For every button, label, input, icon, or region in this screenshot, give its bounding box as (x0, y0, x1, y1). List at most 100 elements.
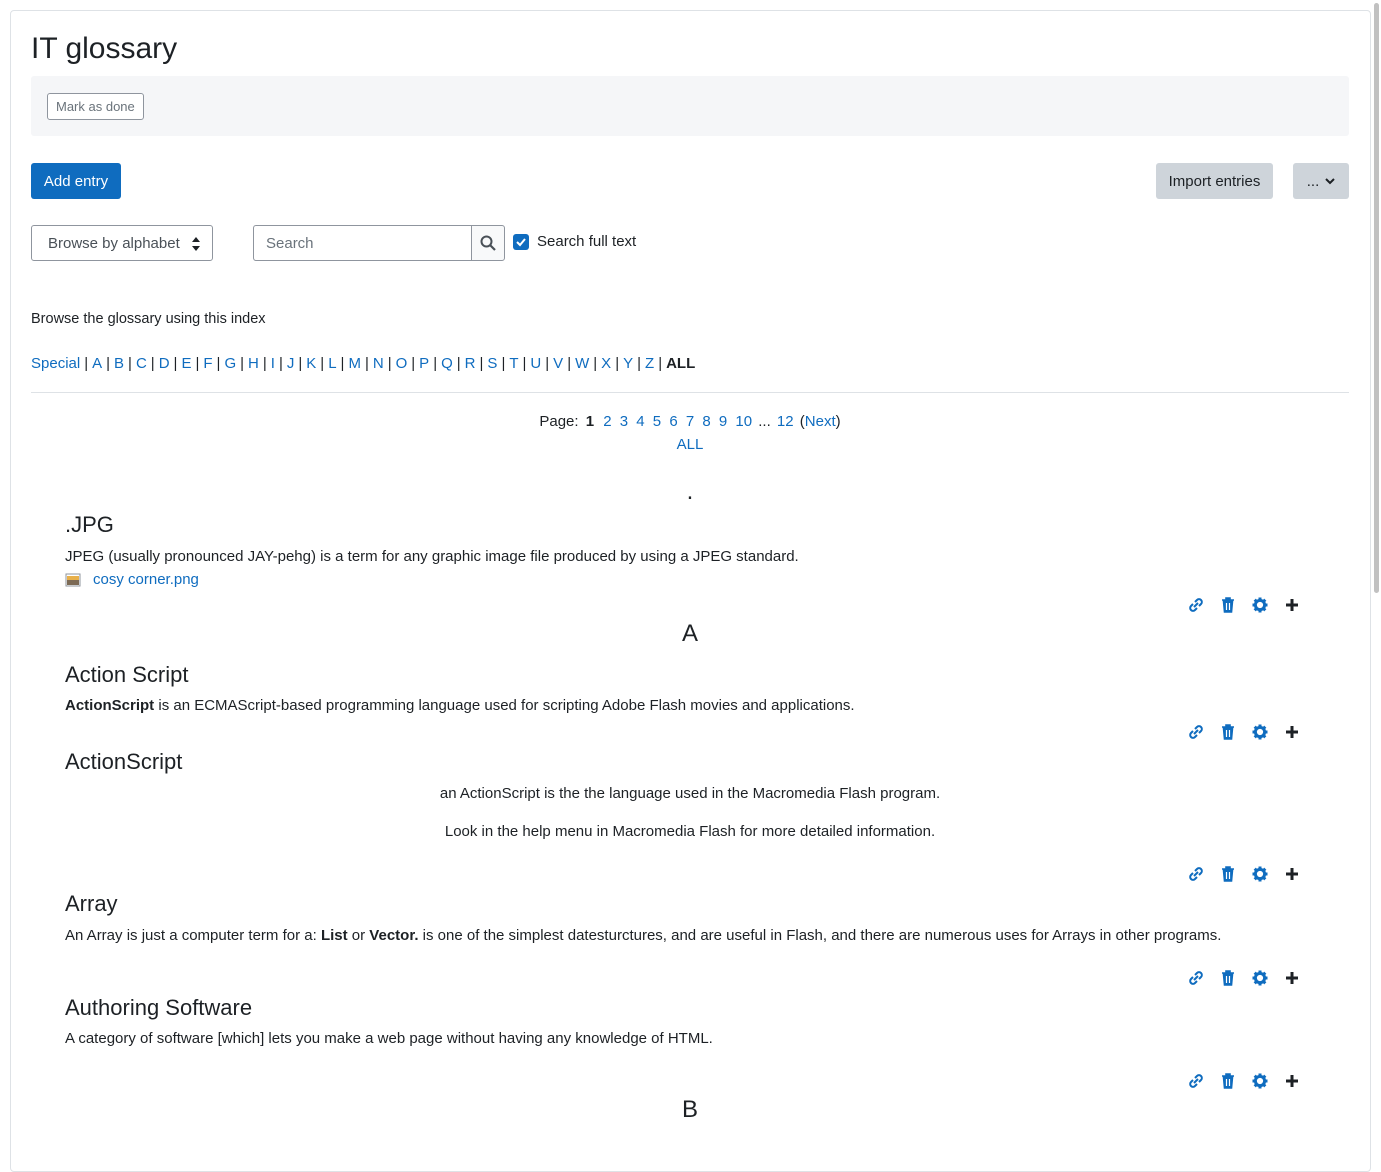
index-letter-f[interactable]: F (203, 355, 212, 372)
index-letter-v[interactable]: V (553, 355, 563, 372)
entry-actions (1187, 969, 1301, 987)
alphabet-index: Special | A | B | C | D | E | F | G | H | I | J | K | L | M | N | O | P |… (31, 355, 695, 372)
pagination: Page: 1 2 3 4 5 6 7 8 9 10 ... 12 (Next)… (31, 410, 1349, 456)
import-entries-button[interactable]: Import entries (1156, 163, 1273, 199)
index-letter-r[interactable]: R (465, 355, 476, 372)
index-separator: | (340, 355, 345, 372)
trash-icon[interactable] (1219, 969, 1237, 987)
plus-icon[interactable] (1283, 723, 1301, 741)
page-link-last[interactable]: 12 (777, 413, 794, 430)
select-arrows-icon (192, 236, 200, 252)
index-letter-j[interactable]: J (287, 355, 295, 372)
index-letter-z[interactable]: Z (645, 355, 654, 372)
index-separator: | (278, 355, 283, 372)
index-letter-c[interactable]: C (136, 355, 147, 372)
page-link-10[interactable]: 10 (735, 413, 752, 430)
index-letter-t[interactable]: T (509, 355, 518, 372)
index-separator: | (128, 355, 132, 372)
page-link-9[interactable]: 9 (719, 413, 727, 430)
page-link-3[interactable]: 3 (620, 413, 628, 430)
trash-icon[interactable] (1219, 723, 1237, 741)
page-link-4[interactable]: 4 (636, 413, 644, 430)
gear-icon[interactable] (1251, 723, 1269, 741)
index-letter-w[interactable]: W (575, 355, 589, 372)
index-letter-s[interactable]: S (487, 355, 497, 372)
index-letter-q[interactable]: Q (441, 355, 453, 372)
search-input[interactable] (253, 225, 471, 261)
index-letter-a[interactable]: A (92, 355, 102, 372)
page-link-8[interactable]: 8 (702, 413, 710, 430)
index-letter-i[interactable]: I (271, 355, 275, 372)
index-separator: | (387, 355, 392, 372)
gear-icon[interactable] (1251, 865, 1269, 883)
index-letter-l[interactable]: L (328, 355, 336, 372)
gear-icon[interactable] (1251, 1072, 1269, 1090)
more-actions-button[interactable]: ... (1293, 163, 1349, 199)
index-letter-p[interactable]: P (419, 355, 429, 372)
index-intro: Browse the glossary using this index (31, 311, 266, 327)
entry-actions (1187, 1072, 1301, 1090)
page-link-7[interactable]: 7 (686, 413, 694, 430)
index-letter-g[interactable]: G (224, 355, 236, 372)
link-icon[interactable] (1187, 969, 1205, 987)
page-all-link[interactable]: ALL (677, 436, 704, 453)
index-separator: | (501, 355, 506, 372)
index-letter-u[interactable]: U (530, 355, 541, 372)
plus-icon[interactable] (1283, 1072, 1301, 1090)
index-separator: | (433, 355, 438, 372)
link-icon[interactable] (1187, 723, 1205, 741)
trash-icon[interactable] (1219, 596, 1237, 614)
array-bold-1: List (320, 927, 348, 944)
plus-icon[interactable] (1283, 596, 1301, 614)
index-separator: | (84, 355, 89, 372)
trash-icon[interactable] (1219, 1072, 1237, 1090)
index-letter-d[interactable]: D (159, 355, 170, 372)
index-separator: | (173, 355, 178, 372)
link-icon[interactable] (1187, 865, 1205, 883)
entry-title-action-script: Action Script (65, 662, 189, 687)
entry-actions (1187, 865, 1301, 883)
page-ellipsis: ... (758, 413, 771, 430)
gear-icon[interactable] (1251, 969, 1269, 987)
search-fulltext-checkbox[interactable] (513, 233, 529, 250)
completion-bar: Mark as done (31, 76, 1349, 136)
index-letter-e[interactable]: E (181, 355, 191, 372)
index-separator: | (150, 355, 155, 372)
index-letter-h[interactable]: H (248, 355, 259, 372)
index-separator: | (479, 355, 484, 372)
index-letter-o[interactable]: O (396, 355, 408, 372)
entry-bold-term: ActionScript (65, 697, 155, 714)
index-letter-special[interactable]: Special (31, 355, 80, 372)
index-separator: | (240, 355, 245, 372)
attachment-link[interactable]: cosy corner.png (93, 571, 199, 588)
mark-as-done-button[interactable]: Mark as done (47, 93, 144, 120)
add-entry-button[interactable]: Add entry (31, 163, 121, 199)
page-label: Page: (539, 413, 579, 430)
index-letter-y[interactable]: Y (623, 355, 633, 372)
index-separator: | (545, 355, 550, 372)
scrollbar[interactable] (1372, 0, 1381, 1142)
index-letter-b[interactable]: B (114, 355, 124, 372)
browse-mode-select[interactable]: Browse by alphabet (31, 225, 213, 261)
plus-icon[interactable] (1283, 865, 1301, 883)
index-separator: | (567, 355, 572, 372)
search-button[interactable] (471, 225, 505, 261)
trash-icon[interactable] (1219, 865, 1237, 883)
page-link-5[interactable]: 5 (653, 413, 661, 430)
scrollbar-thumb[interactable] (1374, 3, 1379, 593)
index-letter-k[interactable]: K (306, 355, 316, 372)
link-icon[interactable] (1187, 596, 1205, 614)
index-separator: | (262, 355, 267, 372)
gear-icon[interactable] (1251, 596, 1269, 614)
next-page-link[interactable]: Next (805, 413, 836, 430)
link-icon[interactable] (1187, 1072, 1205, 1090)
page-link-2[interactable]: 2 (603, 413, 611, 430)
index-letter-n[interactable]: N (373, 355, 384, 372)
page-current: 1 (585, 413, 595, 430)
index-separator: | (637, 355, 642, 372)
index-letter-x[interactable]: X (601, 355, 611, 372)
plus-icon[interactable] (1283, 969, 1301, 987)
page-link-6[interactable]: 6 (669, 413, 677, 430)
next-close-paren: ) (835, 413, 841, 430)
index-letter-m[interactable]: M (348, 355, 361, 372)
